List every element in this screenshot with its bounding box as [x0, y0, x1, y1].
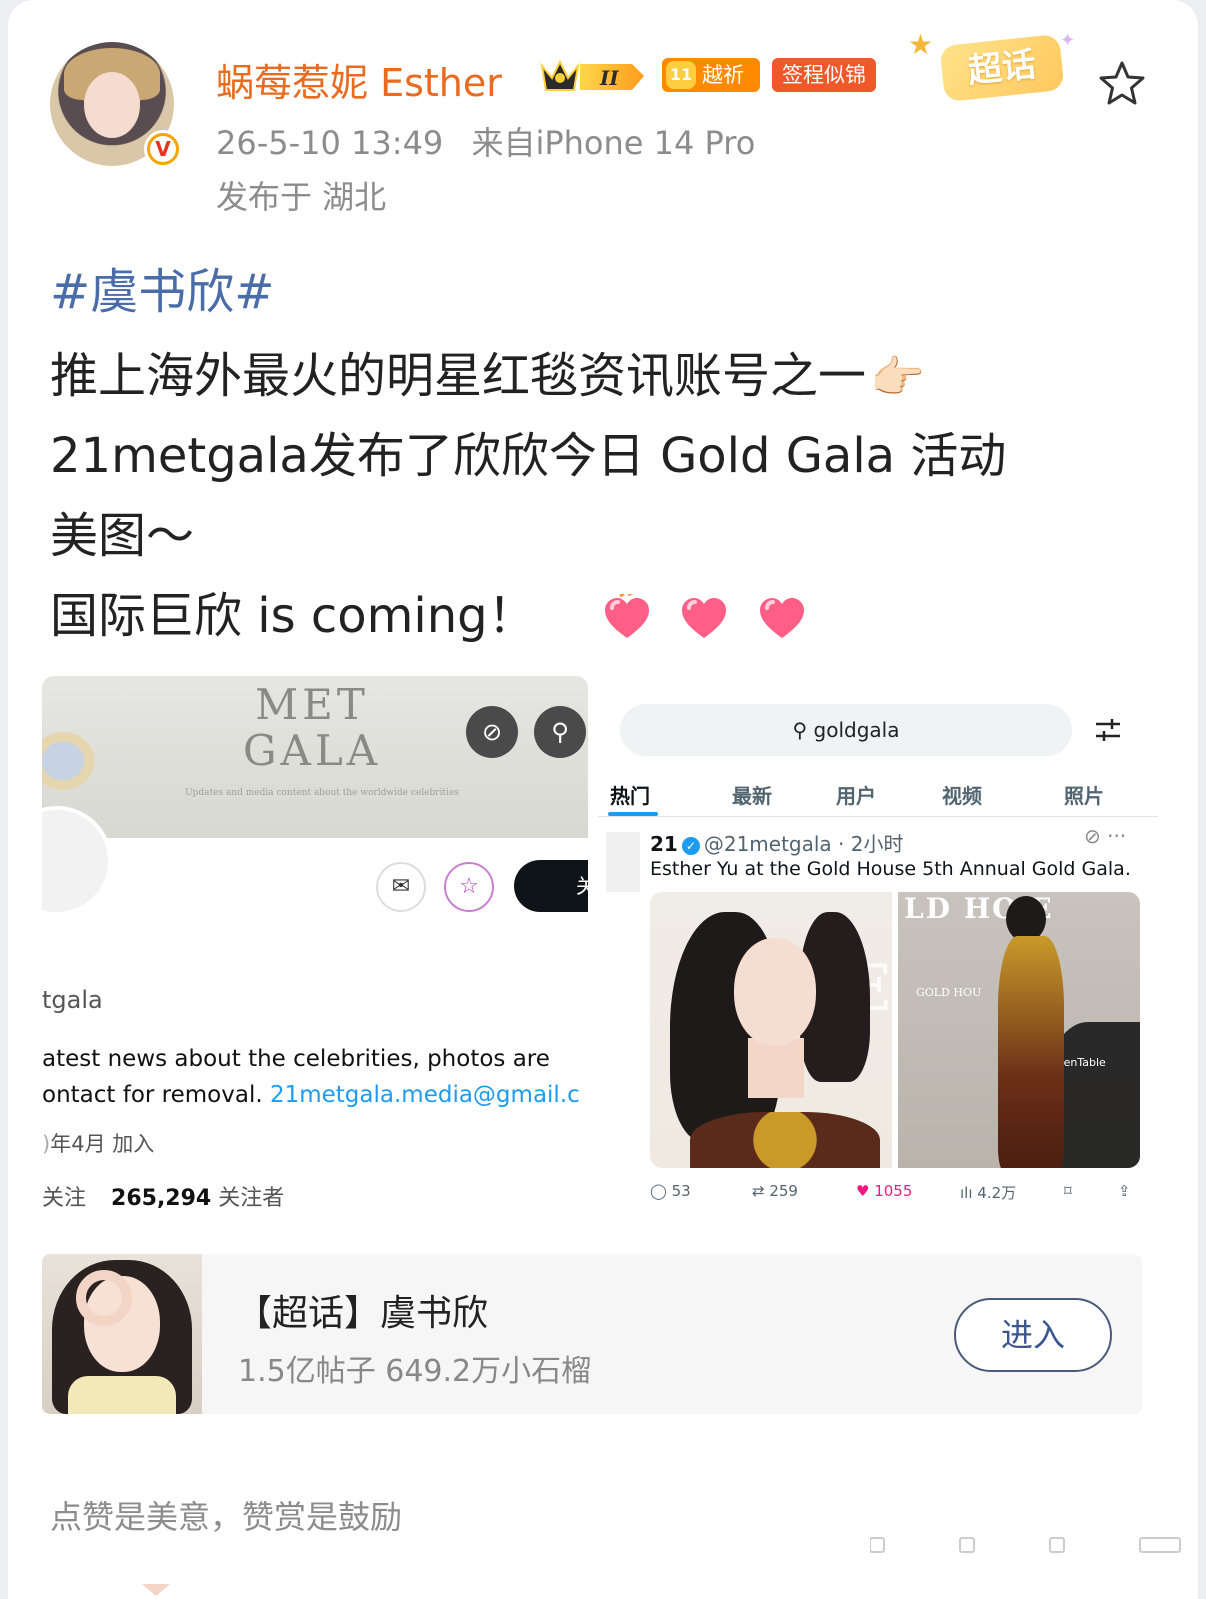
search-bar: ⚲ goldgala	[620, 704, 1072, 756]
hide-icon: ⊘	[466, 706, 518, 758]
post-text-line: 21metgala发布了欣欣今日 Gold Gala 活动	[50, 428, 1007, 484]
favorite-star-icon[interactable]	[1096, 58, 1148, 110]
post-timestamp: 26-5-10 13:49	[216, 124, 444, 162]
tab-videos: 视频	[942, 784, 982, 808]
fan-level-badge[interactable]: 11 越祈	[662, 58, 760, 92]
verified-check-icon: ✓	[681, 836, 700, 855]
supertopic-title: 【超话】虞书欣	[236, 1293, 489, 1334]
reply-count: ◯ 53	[650, 1182, 691, 1200]
post-text-line: 国际巨欣 is coming！	[50, 576, 807, 646]
post-image-2[interactable]: ⚲ goldgala 热门 最新 用户 视频 照片 21 ✓ @21metgala …	[598, 692, 1158, 1212]
profile-joined: )年4月 加入	[42, 1132, 155, 1156]
retweet-icon: ⇄	[752, 1182, 770, 1200]
heart-icon: ♥	[856, 1182, 875, 1200]
fan-level-icon: 11	[666, 61, 696, 89]
share-icon: ⇪	[1118, 1182, 1131, 1200]
post-location: 发布于 湖北	[216, 178, 387, 216]
banner-subtitle: Updates and media content about the worl…	[185, 788, 459, 798]
bookmark-icon: ⌑	[1064, 1182, 1072, 1200]
view-count: ılı 4.2万	[960, 1184, 1017, 1202]
post-text-line: 推上海外最火的明星红毯资讯账号之一👉🏻	[50, 348, 925, 404]
weibo-post-card: V 蜗莓惹妮 Esther II 11 越祈 签程似锦 ★ ✦ 超话 26-5-…	[8, 0, 1198, 1599]
reply-icon: ◯	[650, 1182, 672, 1200]
reward-prompt: 点赞是美意，赞赏是鼓励	[50, 1498, 403, 1536]
author-avatar[interactable]: V	[50, 42, 182, 168]
sparkle-icon: ✦	[1060, 30, 1076, 51]
heart-emoji-icon	[682, 598, 727, 638]
crown-level-text: II	[599, 66, 619, 90]
author-name[interactable]: 蜗莓惹妮 Esther	[216, 52, 502, 107]
profile-bio-line: atest news about the celebrities, photos…	[42, 1046, 550, 1072]
like-count: ♥ 1055	[856, 1182, 913, 1200]
more-icon: ⊘ ···	[1084, 824, 1127, 848]
tweet-avatar	[606, 832, 640, 892]
search-icon: ⚲	[792, 718, 808, 742]
subscribe-icon: ☆	[444, 862, 494, 912]
page-indicator	[870, 1537, 1181, 1553]
supertopic-card[interactable]: 【超话】虞书欣 1.5亿帖子 649.2万小石榴 进入	[42, 1254, 1142, 1414]
sparkle-icon: ★	[908, 28, 934, 61]
sign-badge[interactable]: 签程似锦	[772, 58, 876, 92]
tweet-actions: ◯ 53 ⇄ 259 ♥ 1055 ılı 4.2万 ⌑ ⇪	[650, 1182, 1140, 1208]
views-icon: ılı	[960, 1184, 978, 1202]
tab-latest: 最新	[732, 784, 772, 808]
crown-vip-badge-icon[interactable]: II	[538, 56, 648, 96]
profile-follow-stats: 关注 265,294 关注者	[42, 1186, 285, 1211]
tab-hot: 热门	[610, 784, 650, 808]
tab-users: 用户	[836, 784, 876, 808]
retweet-count: ⇄ 259	[752, 1182, 798, 1200]
verified-v-icon: V	[144, 130, 182, 168]
tweet-photo-fullbody: LD HO E GOLD HOU OpenTable	[898, 892, 1140, 1168]
pointing-hand-emoji: 👉🏻	[870, 352, 925, 403]
heart-emoji-icon	[759, 598, 804, 638]
profile-banner: MET GALA Updates and media content about…	[42, 676, 588, 838]
heart-emoji-icon	[605, 594, 650, 638]
post-image-1[interactable]: MET GALA Updates and media content about…	[42, 676, 588, 1218]
profile-bio-line: ontact for removal. 21metgala.media@gmai…	[42, 1082, 580, 1108]
topic-hashtag-link[interactable]: #虞书欣#	[50, 252, 274, 322]
reward-pointer	[142, 1584, 170, 1596]
tweet-header: 21 ✓ @21metgala · 2小时	[650, 832, 904, 856]
supertopic-badge[interactable]: 超话	[939, 33, 1065, 103]
fan-level-label: 越祈	[702, 63, 744, 87]
post-source: 来自iPhone 14 Pro	[471, 124, 756, 162]
filter-icon	[1096, 719, 1120, 741]
supertopic-cover-image	[42, 1254, 202, 1414]
tab-photos: 照片	[1064, 784, 1104, 808]
banner-title: MET GALA	[242, 680, 382, 775]
message-icon: ✉	[376, 862, 426, 912]
bio-email: 21metgala.media@gmail.c	[269, 1082, 580, 1108]
search-icon: ⚲	[534, 706, 586, 758]
tweet-photo-portrait: E	[650, 892, 892, 1168]
profile-handle: tgala	[42, 986, 103, 1014]
post-text-line: 美图～	[50, 508, 195, 564]
enter-button[interactable]: 进入	[954, 1298, 1112, 1372]
supertopic-stats: 1.5亿帖子 649.2万小石榴	[238, 1354, 592, 1389]
tweet-text: Esther Yu at the Gold House 5th Annual G…	[650, 858, 1131, 880]
follow-button: 关	[514, 860, 588, 912]
post-meta: 26-5-10 13:49 来自iPhone 14 Pro	[216, 118, 755, 164]
